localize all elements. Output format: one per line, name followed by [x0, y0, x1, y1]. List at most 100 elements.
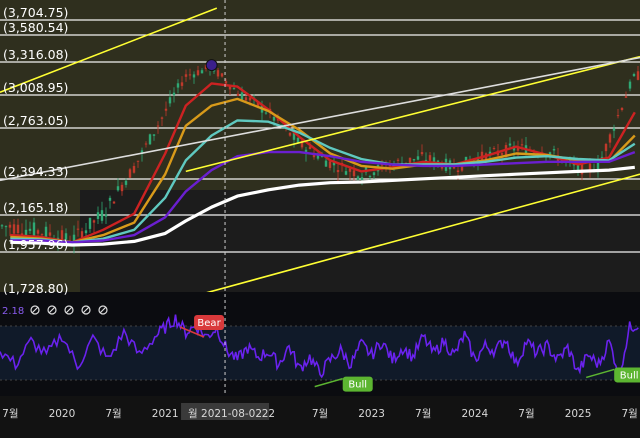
candle-body	[368, 176, 372, 178]
candle-body	[224, 81, 228, 84]
candle-body	[136, 160, 140, 162]
candle-body	[616, 115, 620, 117]
candle-body	[356, 176, 360, 180]
candle-body	[108, 197, 112, 201]
candle-body	[508, 143, 512, 146]
candle-body	[84, 230, 88, 234]
candle-body	[188, 74, 192, 76]
candle-body	[628, 81, 632, 89]
candle-body	[32, 222, 36, 236]
time-axis-label: 7월	[312, 408, 328, 420]
candle-body	[172, 92, 176, 96]
candle-body	[88, 217, 92, 229]
candle-body	[200, 70, 204, 74]
price-axis-label: (3,580.54)	[3, 20, 68, 35]
candle-body	[44, 226, 48, 238]
time-axis-label: 2021	[152, 408, 179, 420]
candle-body	[600, 156, 604, 158]
candle-body	[184, 74, 188, 77]
candle-body	[620, 107, 624, 110]
candle-body	[412, 159, 416, 161]
candle-body	[216, 70, 220, 77]
candle-body	[160, 117, 164, 119]
candle-body	[120, 184, 124, 192]
time-axis-label: 7월	[415, 408, 431, 420]
candle-body	[408, 157, 412, 163]
price-axis-label: (2,763.05)	[3, 113, 68, 128]
candle-body	[612, 128, 616, 131]
candle-body	[92, 220, 96, 223]
candle-body	[124, 180, 128, 185]
candle-body	[164, 108, 168, 111]
candle-body	[344, 171, 348, 175]
candle-body	[112, 201, 116, 204]
crosshair-date-label: 월 2021-08-02	[188, 408, 262, 420]
candle-body	[416, 156, 420, 160]
candle-body	[608, 134, 612, 143]
candle-body	[324, 160, 328, 167]
time-axis-label: 7월	[518, 408, 534, 420]
candle-body	[240, 92, 244, 100]
candle-body	[456, 170, 460, 173]
chart-root: (3,704.75) (3,580.54) (3,316.08) (3,008.95)…	[0, 0, 640, 438]
stock-chart: (3,704.75)(3,580.54) (3,316.08) (3,008.95)…	[0, 0, 640, 438]
candle-body	[220, 73, 224, 77]
divergence-tag-label: Bull	[348, 380, 367, 391]
candle-body	[636, 71, 640, 80]
candle-body	[288, 132, 292, 136]
candle-body	[48, 232, 52, 236]
candle-body	[36, 230, 40, 234]
price-axis-label: (3,704.75)	[3, 5, 68, 20]
candle-body	[492, 148, 496, 150]
candle-body	[352, 170, 356, 177]
time-axis-label: 7월	[622, 408, 638, 420]
candle-body	[348, 168, 352, 172]
candle-body	[236, 93, 240, 96]
candle-body	[500, 153, 504, 155]
candle-body	[156, 125, 160, 127]
candle-body	[604, 143, 608, 152]
candle-body	[4, 226, 8, 228]
candle-body	[168, 97, 172, 104]
time-axis-label: 2023	[358, 408, 385, 420]
candle-body	[196, 70, 200, 76]
price-axis-label: (3,316.08)	[3, 47, 68, 62]
lower-price-shade	[80, 190, 640, 292]
price-axis-label: (3,008.95)	[3, 80, 68, 95]
candle-body	[116, 186, 120, 191]
candle-body	[40, 234, 44, 236]
candle-body	[520, 144, 524, 146]
price-axis-label: (2,165.18)	[3, 200, 68, 215]
candle-body	[132, 166, 136, 173]
candle-body	[396, 159, 400, 161]
candle-body	[192, 74, 196, 78]
candle-body	[588, 163, 592, 170]
time-axis-label: 7월	[105, 408, 121, 420]
candle-body	[428, 155, 432, 161]
candle-body	[360, 177, 364, 181]
candle-body	[8, 224, 12, 228]
time-axis-label: 2020	[49, 408, 76, 420]
candle-body	[104, 214, 108, 217]
rsi-value: 2.18	[2, 306, 24, 317]
candle-body	[28, 228, 32, 231]
time-axis-label: 22	[262, 408, 275, 420]
divergence-tag-label: Bull	[620, 370, 639, 381]
candle-body	[128, 169, 132, 178]
candle-body	[12, 224, 16, 234]
candle-body	[232, 88, 236, 90]
time-axis-label: 2024	[461, 408, 488, 420]
time-axis-label: 2025	[565, 408, 592, 420]
candle-body	[24, 229, 28, 236]
candle-body	[420, 152, 424, 155]
candle-body	[272, 116, 276, 121]
candle-body	[244, 97, 248, 101]
price-axis-label: (1,728.80)	[3, 281, 68, 296]
candle-body	[372, 172, 376, 176]
candle-body	[76, 228, 80, 230]
candle-body	[96, 212, 100, 219]
candle-body	[176, 83, 180, 88]
candle-body	[0, 225, 4, 227]
candle-body	[144, 143, 148, 145]
price-axis-label: (2,394.33)	[3, 164, 68, 179]
